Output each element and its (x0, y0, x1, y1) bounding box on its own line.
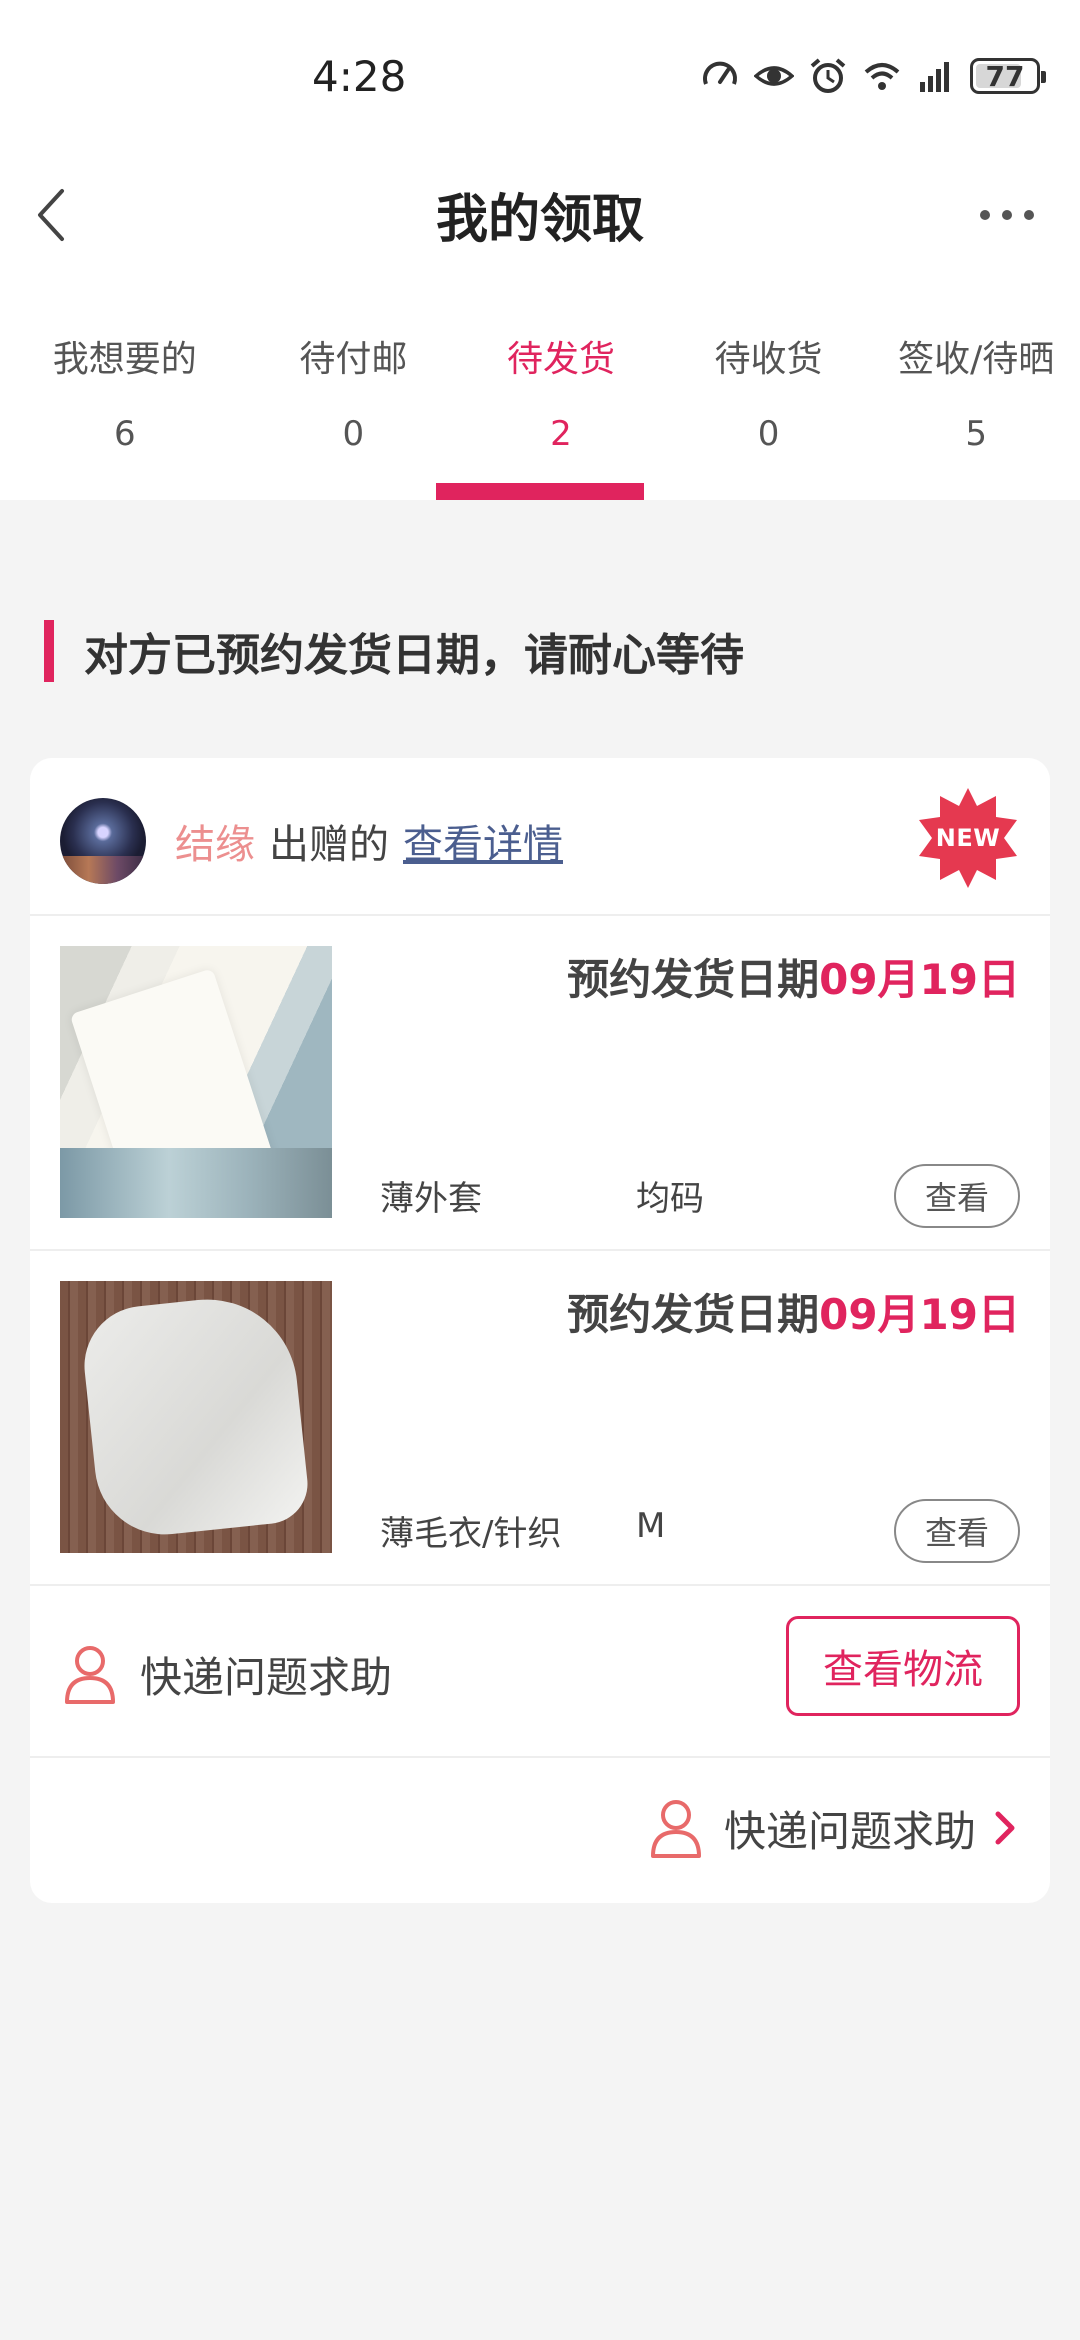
speedometer-icon (703, 61, 737, 85)
ship-date-value: 09月19日 (819, 955, 1020, 1004)
tab-count: 6 (113, 414, 136, 454)
delivery-help-row: 快递问题求助 查看物流 (30, 1586, 1050, 1758)
list-item[interactable]: 预约发货日期09月19日 薄外套 均码 查看 (30, 916, 1050, 1251)
item-name: 薄外套 (380, 1179, 482, 1219)
item-thumbnail[interactable] (60, 946, 332, 1218)
list-item[interactable]: 预约发货日期09月19日 薄毛衣/针织 M 查看 (30, 1251, 1050, 1586)
ship-date: 预约发货日期09月19日 (567, 1290, 1020, 1339)
notice-accent-bar (44, 620, 54, 682)
person-icon (650, 1800, 701, 1858)
status-icons: 77 (700, 56, 1046, 96)
delivery-help-link[interactable]: 快递问题求助 (140, 1644, 392, 1705)
active-tab-indicator (436, 483, 644, 500)
view-item-button[interactable]: 查看 (894, 1164, 1020, 1228)
tab-pending-receipt[interactable]: 待收货 0 (665, 330, 873, 500)
battery-text: 77 (985, 59, 1025, 93)
status-bar: 4:28 77 (0, 0, 1080, 150)
tab-pending-shipment[interactable]: 待发货 2 (457, 330, 665, 500)
battery-icon: 77 (970, 58, 1046, 94)
tab-pending-postage[interactable]: 待付邮 0 (250, 330, 458, 500)
tab-label: 待付邮 (299, 339, 408, 380)
tab-label: 签收/待晒 (898, 339, 1055, 380)
footer-delivery-help[interactable]: 快递问题求助 (648, 1798, 1020, 1858)
giver-name[interactable]: 结缘 (175, 812, 255, 870)
new-badge-icon: NEW (916, 786, 1020, 890)
item-name: 薄毛衣/针织 (380, 1514, 562, 1554)
page-title: 我的领取 (435, 190, 644, 250)
card-header: 结缘 出赠的 查看详情 NEW (30, 758, 1050, 916)
status-time: 4:28 (312, 52, 407, 101)
view-item-button[interactable]: 查看 (894, 1499, 1020, 1563)
status-notice: 对方已预约发货日期，请耐心等待 (44, 620, 744, 682)
tab-count: 0 (757, 414, 780, 454)
ship-date-value: 09月19日 (819, 1290, 1020, 1339)
tab-label: 待发货 (506, 339, 615, 380)
eye-icon (754, 66, 794, 86)
item-thumbnail[interactable] (60, 1281, 332, 1553)
more-icon[interactable] (980, 200, 1040, 230)
top-area: 4:28 77 我的领取 我想要的 6 待付邮 0 待发货 2 待收货 0 签收… (0, 0, 1080, 500)
alarm-icon (810, 58, 846, 93)
person-icon[interactable] (62, 1644, 118, 1704)
order-card: 结缘 出赠的 查看详情 NEW 预约发货日期09月19日 薄外套 均码 查看 预… (30, 758, 1050, 1903)
giver-line: 结缘 出赠的 查看详情 (175, 806, 563, 876)
notice-text: 对方已预约发货日期，请耐心等待 (84, 630, 744, 681)
tab-wanted[interactable]: 我想要的 6 (0, 330, 250, 500)
wifi-icon (864, 63, 900, 90)
tab-label: 待收货 (714, 339, 823, 380)
view-logistics-button[interactable]: 查看物流 (786, 1616, 1020, 1716)
header: 我的领取 (0, 165, 1080, 265)
item-size: 均码 (636, 1179, 704, 1219)
footer-help-text: 快递问题求助 (723, 1806, 976, 1856)
tab-count: 2 (550, 414, 572, 454)
tab-bar: 我想要的 6 待付邮 0 待发货 2 待收货 0 签收/待晒 5 (0, 330, 1080, 500)
tab-count: 5 (965, 414, 987, 454)
view-details-link[interactable]: 查看详情 (403, 812, 563, 870)
item-size: M (636, 1506, 666, 1546)
tab-count: 0 (342, 414, 365, 454)
tab-signed-share[interactable]: 签收/待晒 5 (872, 330, 1080, 500)
avatar[interactable] (60, 798, 146, 884)
tab-label: 我想要的 (52, 339, 197, 380)
giver-suffix: 出赠的 (269, 822, 389, 868)
new-badge-text: NEW (935, 824, 1001, 852)
chevron-right-icon (995, 1811, 1015, 1845)
ship-date: 预约发货日期09月19日 (567, 955, 1020, 1004)
signal-icon (920, 62, 949, 92)
